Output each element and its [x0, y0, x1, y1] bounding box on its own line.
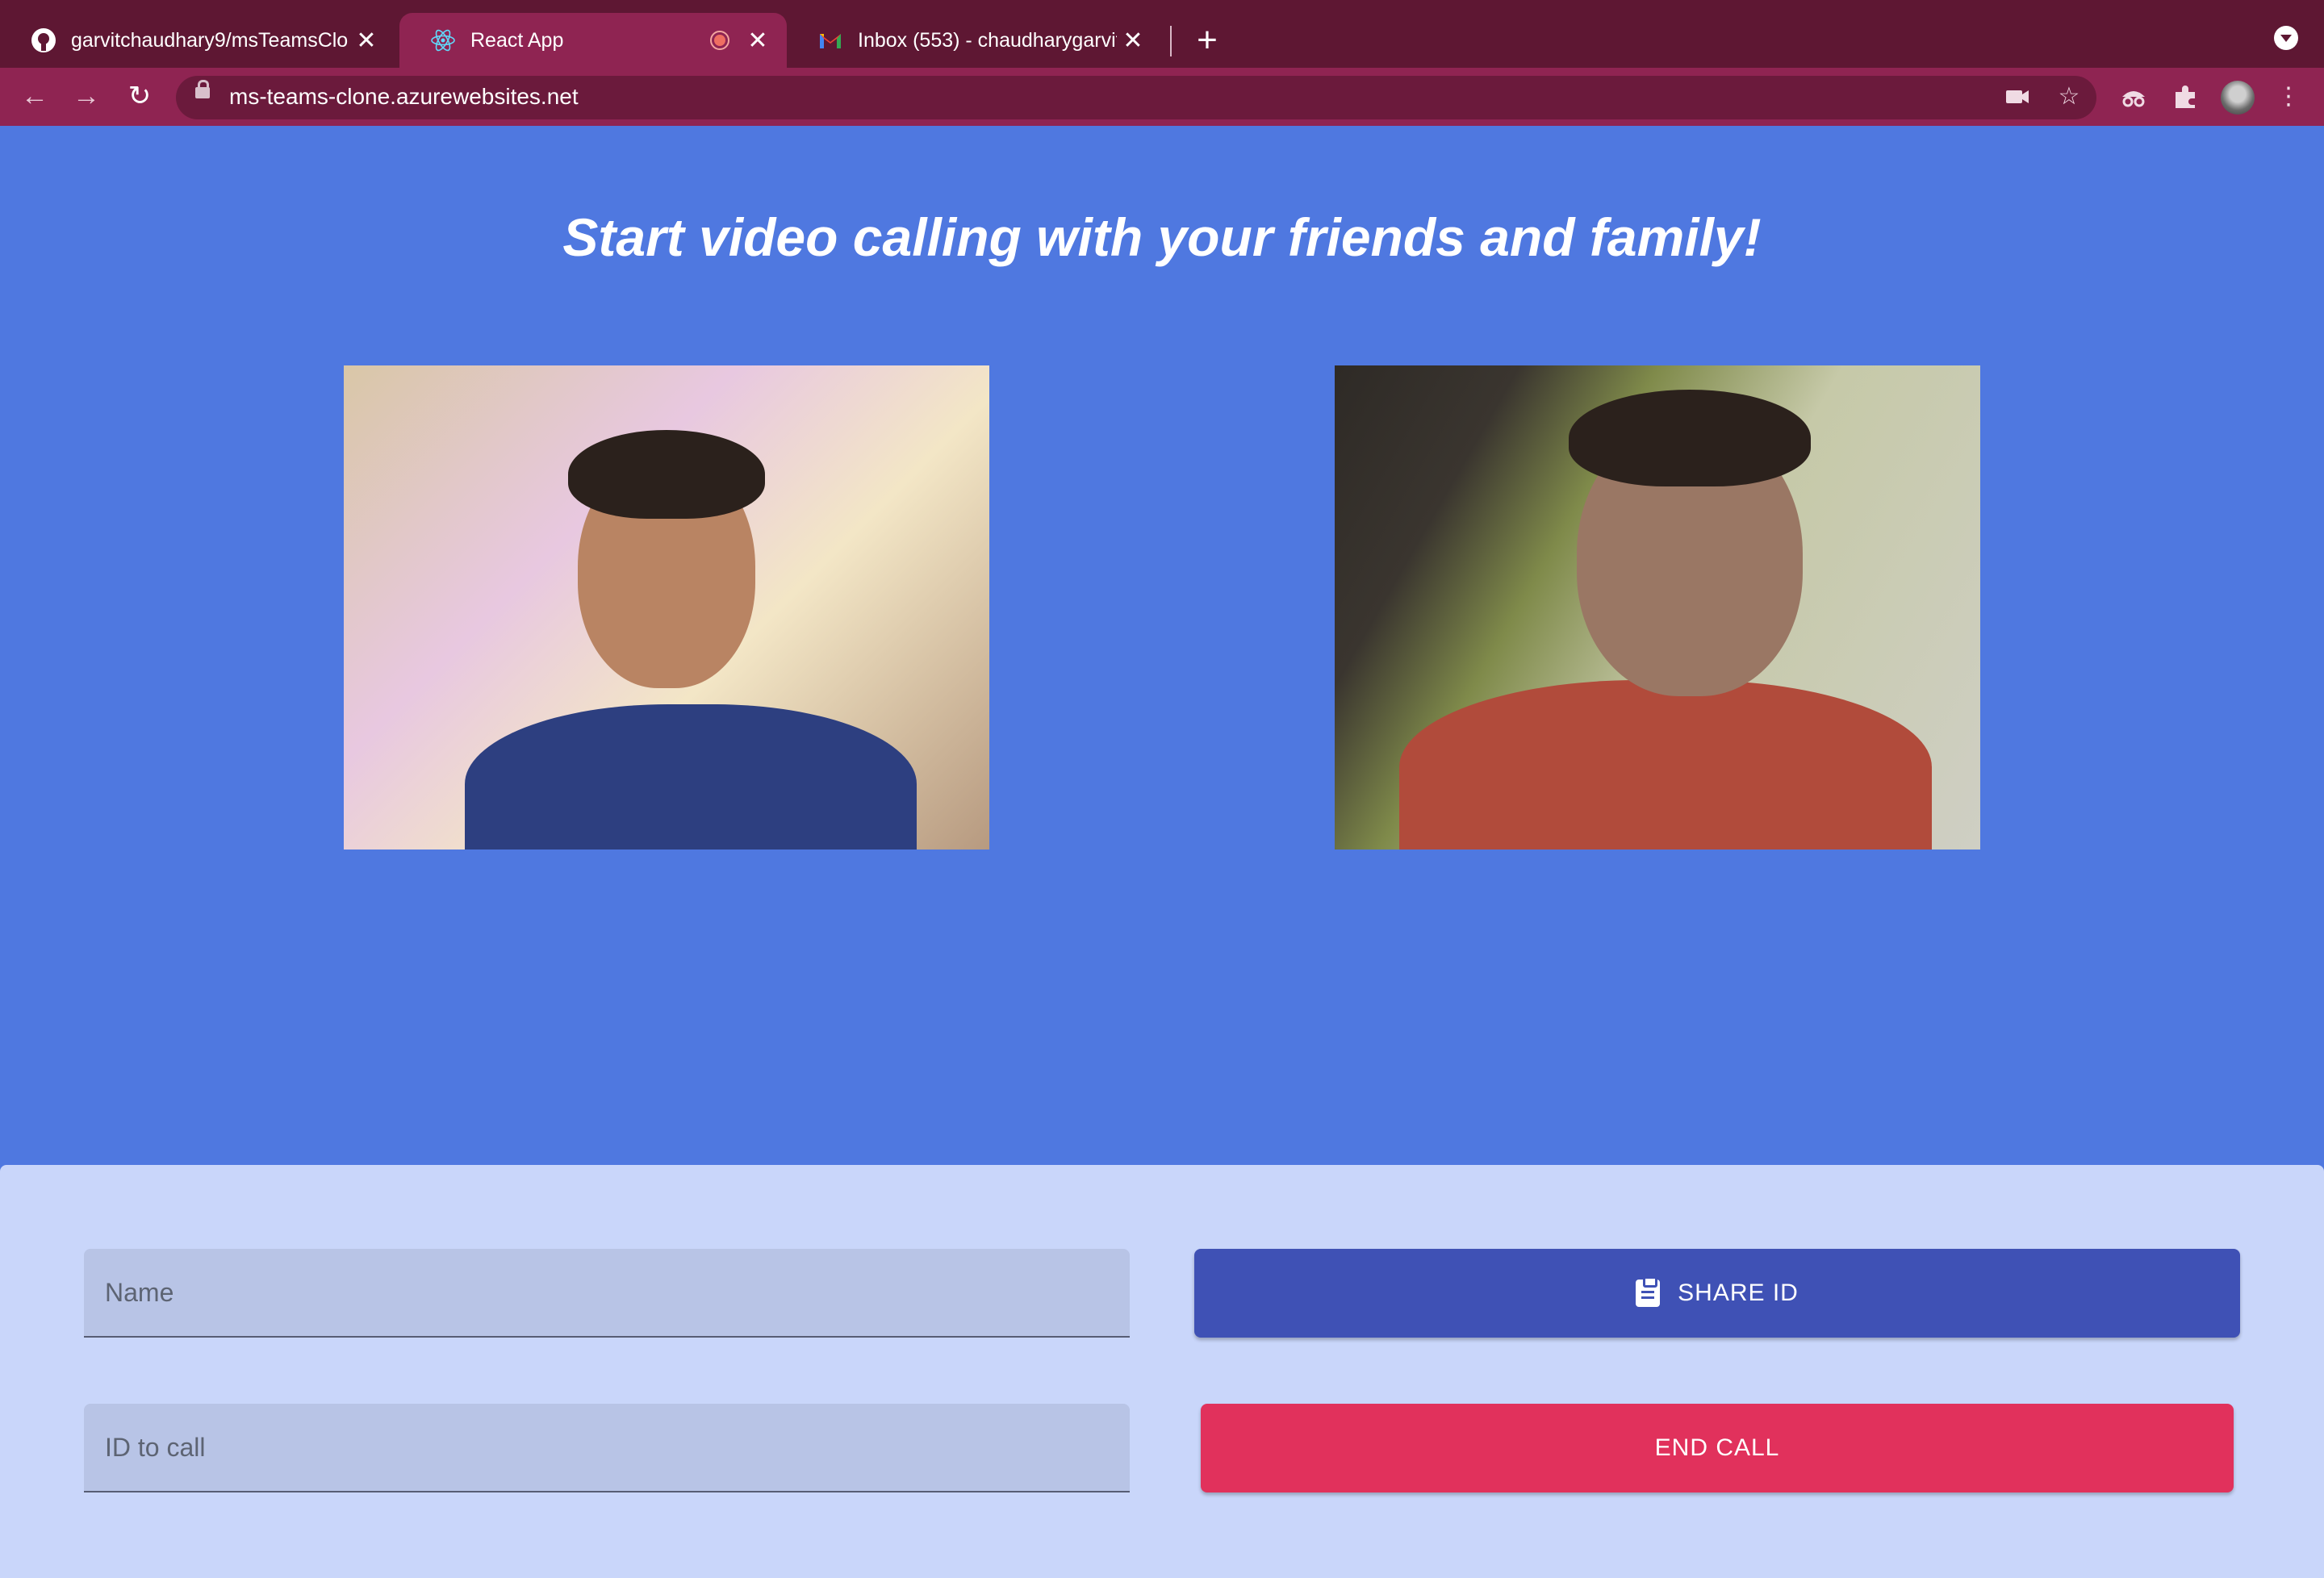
call-controls-panel: SHARE ID END CALL [0, 1165, 2324, 1578]
app-page: Start video calling with your friends an… [0, 126, 2324, 1578]
tab-title: garvitchaudhary9/msTeamsClo [71, 28, 349, 52]
profile-avatar[interactable] [2221, 81, 2255, 115]
bookmark-star-icon[interactable]: ☆ [2053, 81, 2085, 113]
extensions-puzzle-icon[interactable] [2169, 81, 2201, 113]
tab-separator [1170, 26, 1172, 56]
close-tab-icon[interactable]: ✕ [350, 27, 382, 55]
share-id-label: SHARE ID [1678, 1280, 1799, 1306]
forward-icon[interactable]: → [68, 77, 105, 115]
url-text[interactable]: ms-teams-clone.azurewebsites.net [229, 84, 579, 110]
gmail-icon [820, 34, 841, 48]
reload-icon[interactable]: ↻ [121, 77, 158, 115]
tab-title: React App [470, 28, 564, 52]
new-tab-icon[interactable]: + [1189, 18, 1225, 63]
id-to-call-field[interactable] [84, 1404, 1130, 1492]
close-tab-icon[interactable]: ✕ [1117, 27, 1149, 55]
lock-icon[interactable] [195, 80, 210, 98]
local-video [344, 365, 989, 850]
name-field[interactable] [84, 1249, 1130, 1338]
camera-in-use-icon[interactable] [2001, 81, 2034, 113]
tab-gmail[interactable]: Inbox (553) - chaudharygarvit ✕ [787, 13, 1162, 68]
tab-github[interactable]: garvitchaudhary9/msTeamsClo ✕ [0, 13, 395, 68]
tab-title: Inbox (553) - chaudharygarvit [858, 28, 1117, 52]
end-call-label: END CALL [1654, 1434, 1780, 1461]
github-icon [31, 28, 56, 52]
browser-tab-strip: garvitchaudhary9/msTeamsClo ✕ React App … [0, 0, 2324, 68]
remote-video [1335, 365, 1980, 850]
tab-search-icon[interactable] [2274, 26, 2298, 50]
close-tab-icon[interactable]: ✕ [742, 27, 774, 55]
page-headline: Start video calling with your friends an… [562, 207, 1762, 267]
back-icon[interactable]: ← [16, 77, 53, 115]
tab-react-app[interactable]: React App ✕ [399, 13, 787, 68]
id-to-call-input[interactable] [103, 1431, 1110, 1463]
react-icon [431, 29, 455, 52]
name-input[interactable] [103, 1276, 1110, 1309]
end-call-button[interactable]: END CALL [1201, 1404, 2234, 1492]
recording-indicator-icon [710, 31, 729, 50]
incognito-extension-icon[interactable] [2117, 81, 2150, 113]
clipboard-icon [1636, 1276, 1661, 1307]
share-id-button[interactable]: SHARE ID [1194, 1249, 2240, 1338]
browser-menu-icon[interactable]: ⋮ [2272, 81, 2305, 113]
